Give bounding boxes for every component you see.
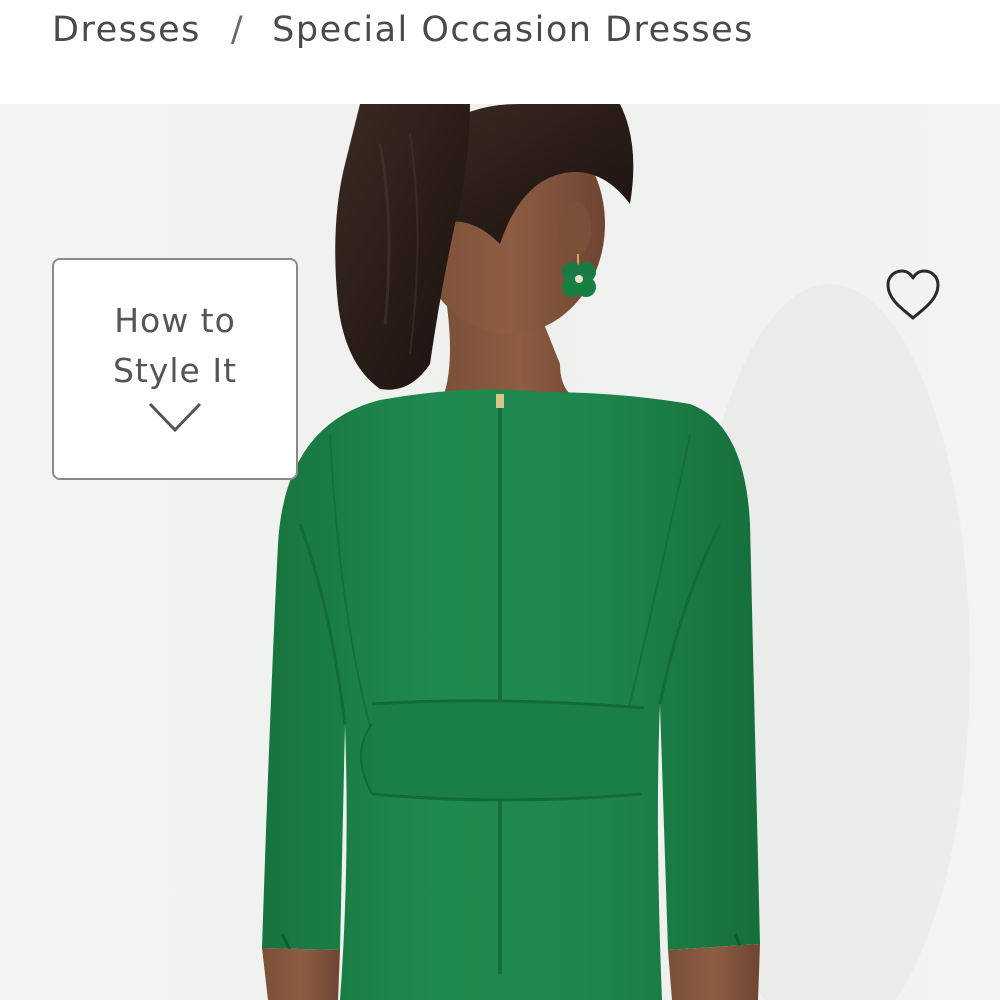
product-image[interactable]: How to Style It (0, 104, 1000, 1000)
heart-icon[interactable] (884, 268, 942, 322)
how-to-style-it-button[interactable]: How to Style It (52, 258, 298, 480)
product-photo (0, 104, 1000, 1000)
breadcrumb-separator: / (230, 10, 245, 50)
breadcrumb-dresses[interactable]: Dresses (52, 10, 201, 50)
product-page: Dresses / Special Occasion Dresses How t… (0, 0, 1000, 1000)
breadcrumb: Dresses / Special Occasion Dresses (52, 0, 754, 60)
how-to-style-it-label: How to Style It (112, 301, 238, 390)
chevron-down-icon (148, 402, 202, 433)
breadcrumb-special-occasion-dresses[interactable]: Special Occasion Dresses (272, 10, 754, 50)
